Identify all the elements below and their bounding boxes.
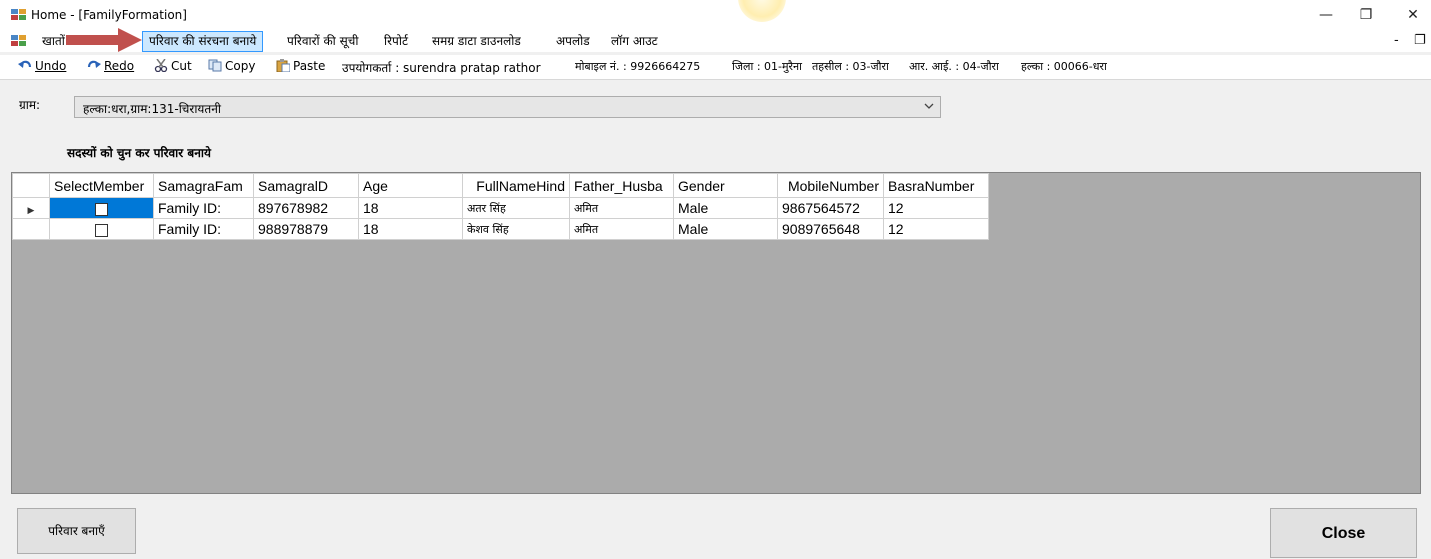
row-header-corner xyxy=(12,173,50,198)
gram-label: ग्राम: xyxy=(19,98,41,112)
gram-combobox[interactable]: हल्का:धरा,ग्राम:131-चिरायतनी xyxy=(74,96,941,118)
gender-cell[interactable]: Male xyxy=(673,197,778,219)
grid-header-row: SelectMember SamagraFam SamagralD Age Fu… xyxy=(12,173,989,198)
paste-button[interactable]: Paste xyxy=(276,59,325,73)
copy-icon xyxy=(208,59,222,72)
select-member-cell[interactable] xyxy=(49,218,154,240)
basra-number-cell[interactable]: 12 xyxy=(883,218,989,240)
select-member-cell[interactable] xyxy=(49,197,154,219)
cut-label: Cut xyxy=(171,59,192,73)
chevron-down-icon[interactable] xyxy=(924,99,934,116)
samagra-id-cell[interactable]: 897678982 xyxy=(253,197,359,219)
menu-bar: खातों परिवार की संरचना बनाये परिवारों की… xyxy=(0,30,1431,52)
gender-cell[interactable]: Male xyxy=(673,218,778,240)
ri-info: आर. आई. : 04-जौरा xyxy=(909,60,999,73)
copy-label: Copy xyxy=(225,59,256,73)
gram-combobox-value: हल्का:धरा,ग्राम:131-चिरायतनी xyxy=(83,102,222,116)
col-header-samagra-family[interactable]: SamagraFam xyxy=(153,173,254,198)
row-pointer-icon: ▶ xyxy=(27,205,35,215)
close-button[interactable]: Close xyxy=(1270,508,1417,558)
minimize-button[interactable]: — xyxy=(1306,3,1346,27)
mdi-minimize-button[interactable]: - xyxy=(1394,33,1399,48)
mdi-restore-button[interactable]: ❐ xyxy=(1414,33,1426,48)
samagra-family-cell[interactable]: Family ID: xyxy=(153,197,254,219)
samagra-id-cell[interactable]: 988978879 xyxy=(253,218,359,240)
row-header-cell[interactable] xyxy=(12,218,50,240)
paste-icon xyxy=(276,59,291,73)
col-header-basra-number[interactable]: BasraNumber xyxy=(883,173,989,198)
col-header-full-name-hindi[interactable]: FullNameHind xyxy=(462,173,570,198)
menu-samagra-download[interactable]: समग्र डाटा डाउनलोड xyxy=(426,33,527,50)
instruction-text: सदस्यों को चुन कर परिवार बनाये xyxy=(67,146,211,160)
district-info: जिला : 01-मुरैना xyxy=(732,60,803,73)
row-header-cell[interactable]: ▶ xyxy=(12,197,50,219)
col-header-select-member[interactable]: SelectMember xyxy=(49,173,154,198)
app-window-icon xyxy=(11,9,27,21)
col-header-mobile-number[interactable]: MobileNumber xyxy=(777,173,884,198)
halka-info: हल्का : 00066-धरा xyxy=(1021,60,1107,73)
cut-button[interactable]: Cut xyxy=(154,58,192,73)
basra-number-cell[interactable]: 12 xyxy=(883,197,989,219)
age-cell[interactable]: 18 xyxy=(358,218,463,240)
sun-decoration xyxy=(738,0,786,22)
mobile-number-cell[interactable]: 9089765648 xyxy=(777,218,884,240)
redo-label: Redo xyxy=(104,59,135,73)
select-member-checkbox[interactable] xyxy=(95,202,108,216)
mdi-child-icon xyxy=(11,35,27,47)
tehsil-info: तहसील : 03-जौरा xyxy=(812,60,889,73)
age-cell[interactable]: 18 xyxy=(358,197,463,219)
col-header-father-husband[interactable]: Father_Husba xyxy=(569,173,674,198)
menu-family-formation[interactable]: परिवार की संरचना बनाये xyxy=(142,31,264,52)
copy-button[interactable]: Copy xyxy=(208,59,255,73)
menu-report[interactable]: रिपोर्ट xyxy=(378,33,414,50)
col-header-samagra-id[interactable]: SamagralD xyxy=(253,173,359,198)
restore-button[interactable]: ❐ xyxy=(1346,3,1386,27)
title-bar: Home - [FamilyFormation] — ❐ ✕ xyxy=(0,0,1431,30)
father-husband-cell[interactable]: अमित xyxy=(569,218,674,240)
redo-button[interactable]: Redo xyxy=(87,59,134,73)
col-header-age[interactable]: Age xyxy=(358,173,463,198)
table-row[interactable]: Family ID: 988978879 18 केशव सिंह अमित M… xyxy=(12,218,989,240)
mobile-number-cell[interactable]: 9867564572 xyxy=(777,197,884,219)
window-title: Home - [FamilyFormation] xyxy=(31,8,187,22)
redo-icon xyxy=(87,59,101,72)
mobile-info: मोबाइल नं. : 9926664275 xyxy=(575,60,701,73)
members-grid[interactable]: SelectMember SamagraFam SamagralD Age Fu… xyxy=(11,172,1421,494)
bottom-panel xyxy=(0,494,1431,558)
undo-button[interactable]: Undo xyxy=(18,59,66,73)
user-info: उपयोगकर्ता : surendra pratap rathor xyxy=(342,61,541,75)
table-row[interactable]: ▶ Family ID: 897678982 18 अतर सिंह अमित … xyxy=(12,197,989,219)
create-family-button[interactable]: परिवार बनाएँ xyxy=(17,508,136,554)
annotation-arrow-icon xyxy=(66,28,142,52)
select-member-checkbox[interactable] xyxy=(95,223,108,237)
undo-label: Undo xyxy=(35,59,67,73)
scissors-icon xyxy=(154,58,168,73)
members-table: SelectMember SamagraFam SamagralD Age Fu… xyxy=(12,173,989,240)
menu-family-list[interactable]: परिवारों की सूची xyxy=(281,33,364,50)
undo-icon xyxy=(18,59,32,72)
full-name-cell[interactable]: अतर सिंह xyxy=(462,197,570,219)
col-header-gender[interactable]: Gender xyxy=(673,173,778,198)
menu-logout[interactable]: लॉग आउट xyxy=(605,33,664,50)
paste-label: Paste xyxy=(293,59,326,73)
menu-upload[interactable]: अपलोड xyxy=(550,33,596,50)
samagra-family-cell[interactable]: Family ID: xyxy=(153,218,254,240)
full-name-cell[interactable]: केशव सिंह xyxy=(462,218,570,240)
close-window-button[interactable]: ✕ xyxy=(1393,3,1431,27)
father-husband-cell[interactable]: अमित xyxy=(569,197,674,219)
toolbar: Undo Redo Cut Copy Paste उपयोगकर्ता : su… xyxy=(0,55,1431,80)
